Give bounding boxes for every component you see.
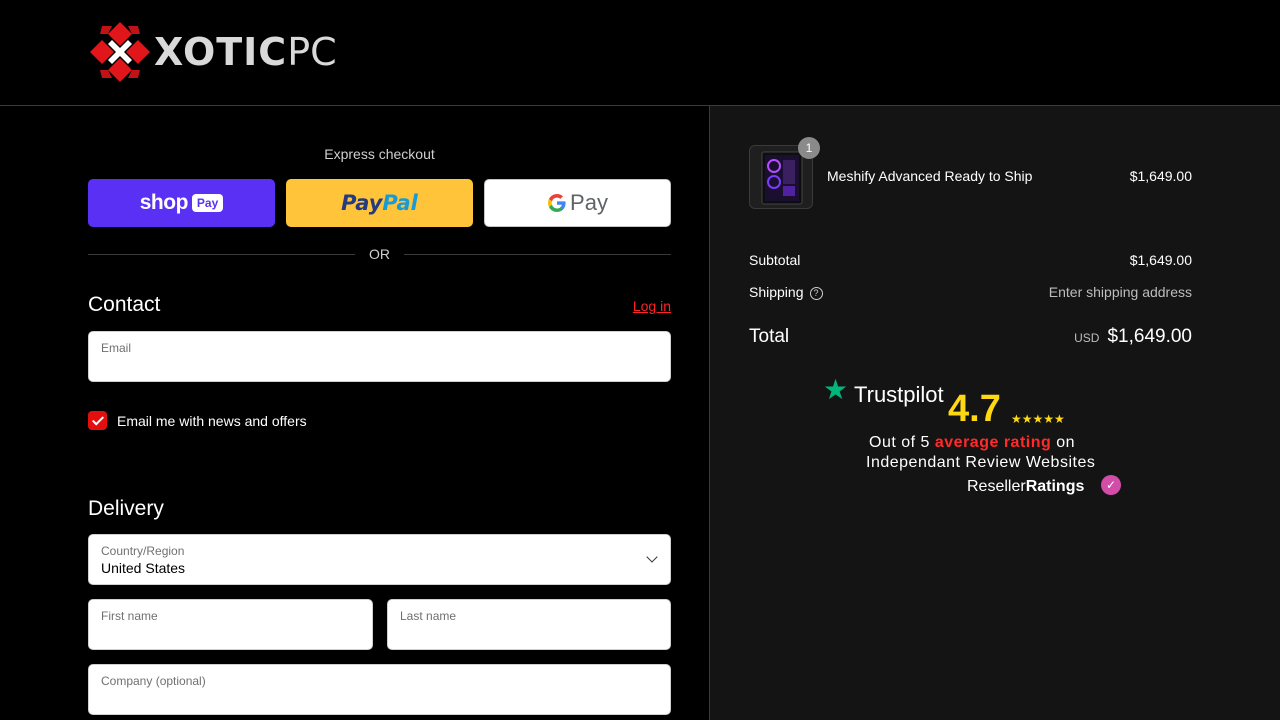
logo-wordmark: XOTICPC [154, 30, 337, 74]
first-name-field[interactable]: First name [88, 599, 373, 650]
last-name-field[interactable]: Last name [387, 599, 671, 650]
xoticpc-logo-mark-icon [90, 22, 150, 82]
email-field[interactable]: Email [88, 331, 671, 382]
paypal-button[interactable]: Pay Pal [286, 179, 473, 227]
rating-stars-icon: ★★★★★ [1011, 412, 1065, 426]
site-header: XOTICPC [0, 0, 1280, 106]
country-region-value: United States [101, 560, 186, 576]
checkout-form-column: Express checkout shop Pay Pay Pal Pay OR … [0, 106, 709, 720]
newsletter-checkbox-label: Email me with news and offers [117, 412, 307, 429]
email-field-label: Email [101, 341, 132, 355]
resellerratings-wordmark: ResellerRatings [967, 478, 1085, 495]
company-label: Company (optional) [101, 674, 206, 688]
newsletter-checkbox[interactable] [88, 411, 107, 430]
shop-pay-logo: shop [139, 191, 189, 214]
delivery-title: Delivery [88, 497, 164, 520]
paypal-logo-part2: Pal [382, 191, 418, 215]
chevron-down-icon [646, 551, 658, 563]
verified-check-icon: ✓ [1101, 475, 1121, 495]
rating-caption-line1: Out of 5 average rating on [869, 434, 1076, 451]
country-region-label: Country/Region [101, 544, 185, 558]
country-region-select[interactable]: Country/Region United States [88, 534, 671, 585]
item-quantity-badge: 1 [798, 137, 820, 159]
last-name-label: Last name [400, 609, 457, 623]
item-name: Meshify Advanced Ready to Ship [827, 168, 1033, 184]
google-pay-button[interactable]: Pay [484, 179, 671, 227]
order-summary-column: 1 Meshify Advanced Ready to Ship $1,649.… [709, 106, 1280, 720]
or-divider: OR [88, 244, 671, 264]
item-price: $1,649.00 [1129, 168, 1192, 184]
first-name-label: First name [101, 609, 158, 623]
total-amount: $1,649.00 [1107, 326, 1192, 347]
help-icon[interactable]: ? [809, 286, 823, 300]
contact-title: Contact [88, 293, 161, 316]
trustpilot-wordmark: Trustpilot [854, 382, 944, 407]
xoticpc-logo[interactable]: XOTICPC [88, 20, 337, 84]
subtotal-label: Subtotal [749, 252, 801, 268]
trustpilot-star-icon: ★ [823, 374, 849, 405]
total-value-group: USD $1,649.00 [1074, 326, 1192, 348]
rating-score: 4.7 [948, 388, 1001, 430]
newsletter-option: Email me with news and offers [88, 411, 307, 430]
shop-pay-pill: Pay [191, 194, 224, 212]
rating-caption-line2: Independant Review Websites [866, 454, 1096, 471]
trust-rating-badge: ★ Trustpilot 4.7 ★★★★★ Out of 5 average … [823, 376, 1123, 501]
company-field[interactable]: Company (optional) [88, 664, 671, 715]
shipping-label: Shipping [749, 284, 804, 300]
google-g-icon [548, 194, 566, 212]
or-text: OR [369, 246, 390, 262]
google-pay-text: Pay [570, 190, 608, 215]
total-currency: USD [1074, 331, 1100, 345]
express-checkout-label: Express checkout [324, 146, 435, 162]
subtotal-value: $1,649.00 [1129, 252, 1192, 268]
shipping-label-row: Shipping? [749, 284, 823, 300]
shipping-value: Enter shipping address [1048, 284, 1192, 300]
shop-pay-button[interactable]: shop Pay [88, 179, 275, 227]
log-in-link[interactable]: Log in [620, 298, 671, 314]
paypal-logo-part1: Pay [341, 191, 383, 215]
total-label: Total [749, 326, 790, 347]
